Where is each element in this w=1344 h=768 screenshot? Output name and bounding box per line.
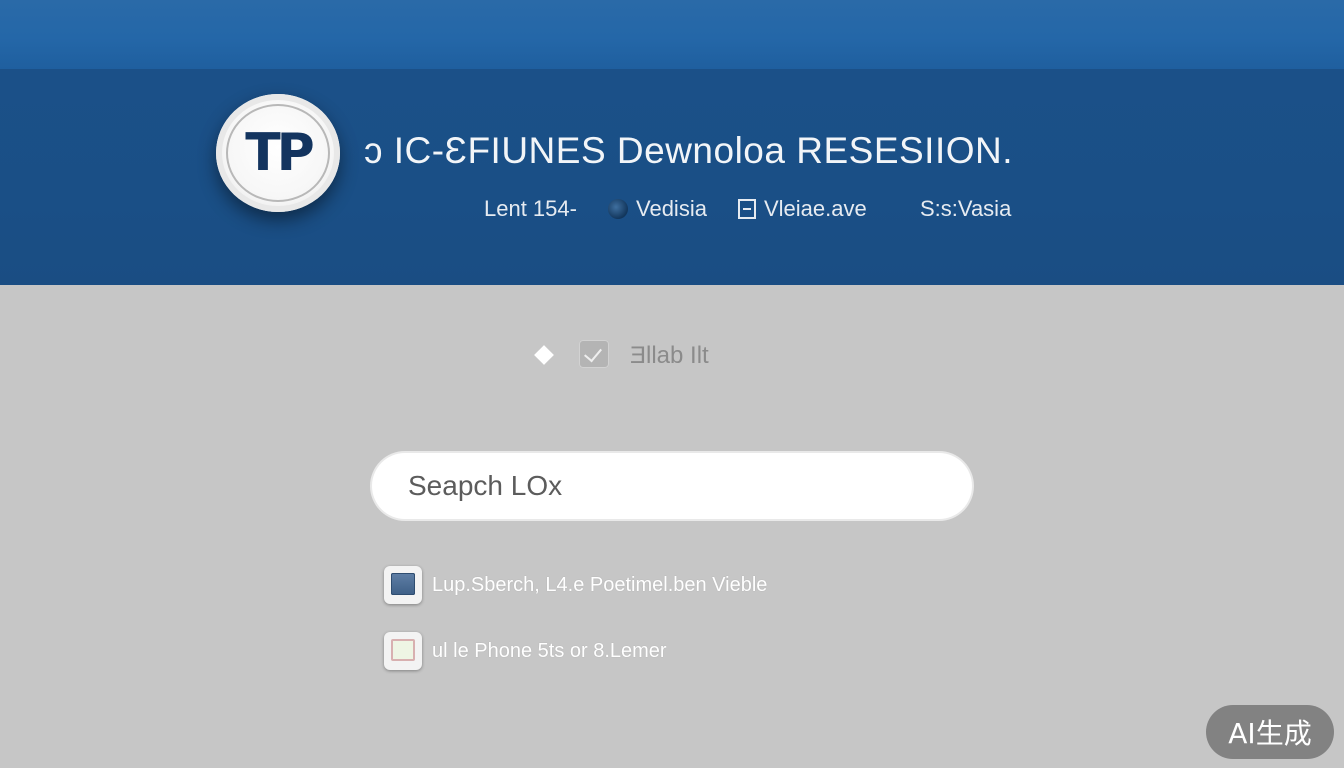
search-input[interactable] — [408, 467, 928, 505]
subtitle-text-2: Vedisia — [636, 196, 707, 221]
tp-logo-icon[interactable]: TP — [216, 94, 340, 212]
subtitle-text-4: S:s:Vasia — [920, 196, 1012, 221]
toolbar-row: Ǝllab Ilt — [534, 338, 784, 372]
subtitle-text-1: Lent 154- — [484, 196, 577, 221]
header-banner — [0, 69, 1344, 285]
list-item-label: ul le Phone 5ts or 8.Lemer — [432, 640, 667, 662]
checkbox-icon[interactable] — [579, 340, 609, 368]
file-icon — [738, 199, 756, 219]
circle-dot-icon — [608, 199, 628, 219]
toolbar-label[interactable]: Ǝllab Ilt — [630, 342, 709, 370]
image-app-icon — [384, 566, 422, 604]
subtitle-item-1: Lent 154- — [484, 194, 577, 224]
subtitle-text-3: Vleiae.ave — [764, 196, 867, 221]
logo-text: TP — [245, 123, 315, 183]
header-subtitle: Lent 154- Vedisia Vleiae.ave S:s:Vasia — [484, 194, 1084, 224]
subtitle-item-2[interactable]: Vedisia — [608, 194, 707, 224]
subtitle-item-4[interactable]: S:s:Vasia — [920, 194, 1011, 224]
document-app-icon — [384, 632, 422, 670]
list-item[interactable]: ul le Phone 5ts or 8.Lemer — [384, 632, 1084, 672]
list-item[interactable]: Lup.Sberch, L4.e Poetimel.ben Vieble — [384, 566, 1084, 606]
top-strip — [0, 0, 1344, 69]
subtitle-item-3[interactable]: Vleiae.ave — [738, 194, 867, 224]
search-box[interactable] — [372, 453, 972, 519]
page-title: ɔ IC-ƐFIUNES Dewnoloa RESESIION. — [364, 130, 1014, 171]
ai-generated-badge: AI生成 — [1206, 705, 1334, 759]
diamond-icon[interactable] — [534, 345, 554, 365]
list-item-label: Lup.Sberch, L4.e Poetimel.ben Vieble — [432, 574, 768, 596]
